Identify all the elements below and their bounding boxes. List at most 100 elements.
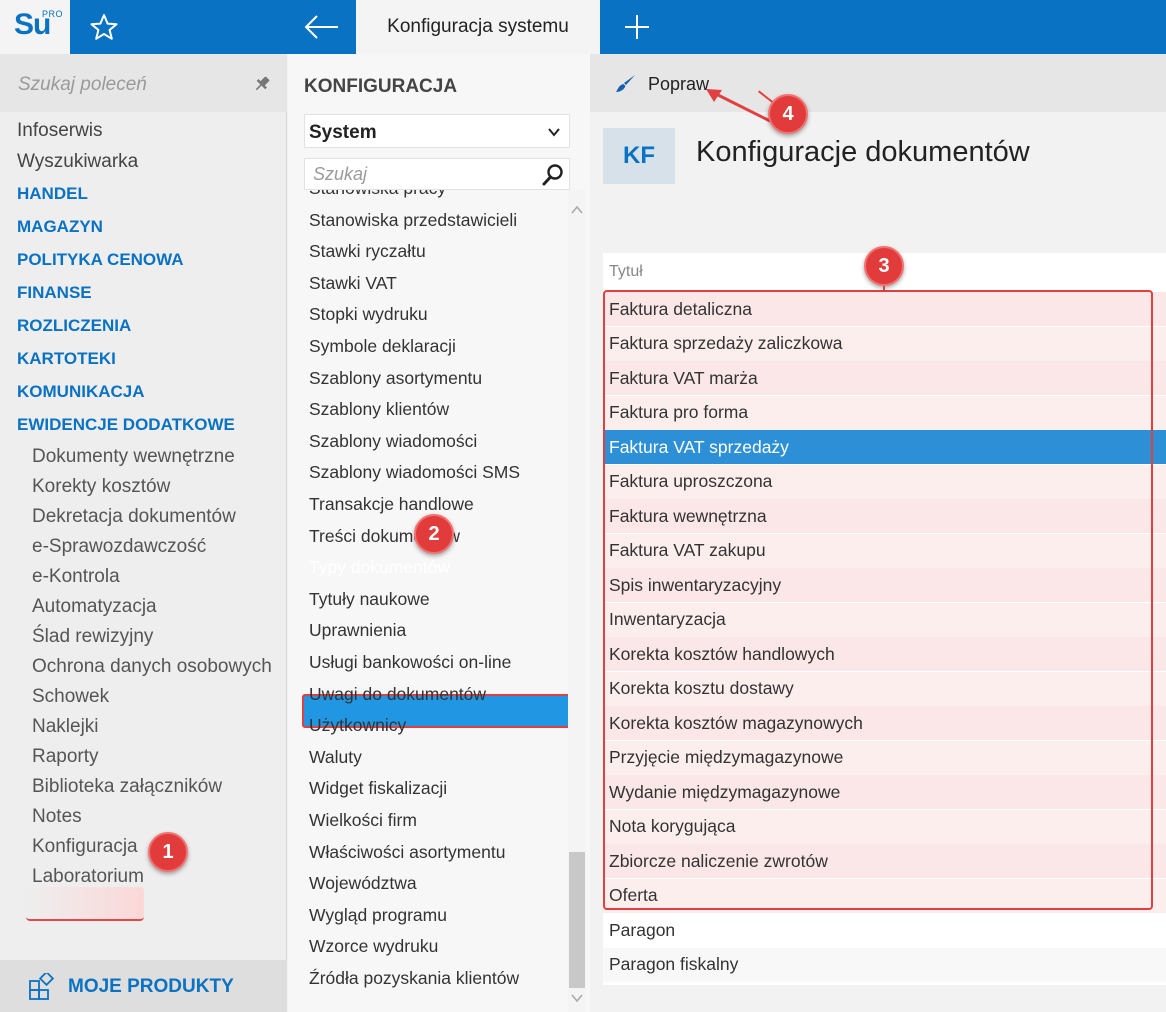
sidebar-item-naklejki[interactable]: Naklejki <box>32 716 99 738</box>
logo-suffix: PRO <box>42 9 64 19</box>
sidebar-item-kartoteki[interactable]: KARTOTEKI <box>17 349 116 369</box>
config-item-9[interactable]: Szablony wiadomości SMS <box>309 462 520 483</box>
sidebar-item-finanse[interactable]: FINANSE <box>17 283 92 303</box>
tab-konfiguracja-systemu[interactable]: Konfiguracja systemu <box>356 0 600 54</box>
column-header-tytul[interactable]: Tytuł <box>609 263 643 281</box>
table-row[interactable]: Zbiorcze naliczenie zwrotów <box>603 844 1166 878</box>
konfiguracja-highlight <box>26 887 144 921</box>
sidebar-item-komunikacja[interactable]: KOMUNIKACJA <box>17 382 145 402</box>
back-arrow-icon[interactable] <box>300 10 342 44</box>
sidebar-item-e-sprawozdawczo-[interactable]: e-Sprawozdawczość <box>32 536 206 558</box>
chevron-down-icon <box>548 128 560 137</box>
pin-icon[interactable] <box>252 74 272 94</box>
scroll-up-icon[interactable] <box>570 204 584 216</box>
sidebar-item-polityka-cenowa[interactable]: POLITYKA CENOWA <box>17 250 184 270</box>
config-item-13[interactable]: Tytuły naukowe <box>309 589 430 610</box>
table-row[interactable]: Wydanie międzymagazynowe <box>603 775 1166 809</box>
config-item-17[interactable]: Użytkownicy <box>309 715 406 736</box>
table-row[interactable]: Przyjęcie międzymagazynowe <box>603 740 1166 775</box>
table-row[interactable]: Faktura detaliczna <box>603 292 1166 326</box>
config-list: Stanowiska pracy Stanowiska przedstawicie… <box>288 190 568 1012</box>
config-item-4[interactable]: Stopki wydruku <box>309 304 428 325</box>
config-item-0[interactable]: Stanowiska pracy <box>309 190 446 199</box>
callout-badge-3: 3 <box>864 246 904 286</box>
search-icon[interactable] <box>541 163 565 187</box>
table-row[interactable]: Paragon <box>603 913 1166 947</box>
products-grid-icon <box>29 973 55 1000</box>
command-search[interactable]: Szukaj poleceń <box>0 54 287 112</box>
sidebar-item-dekretacja-dokument-w[interactable]: Dekretacja dokumentów <box>32 506 236 528</box>
config-item-15[interactable]: Usługi bankowości on-line <box>309 652 511 673</box>
callout-badge-4: 4 <box>768 94 808 134</box>
new-tab-plus-icon[interactable] <box>620 10 654 44</box>
sidebar-item-dokumenty-wewn-trzne[interactable]: Dokumenty wewnętrzne <box>32 446 235 468</box>
config-item-8[interactable]: Szablony wiadomości <box>309 431 477 452</box>
main-content: Popraw KF Konfiguracje dokumentów Tytuł … <box>590 54 1166 1012</box>
table-row[interactable]: Oferta <box>603 878 1166 913</box>
sidebar-item-biblioteka-za-cznik-w[interactable]: Biblioteka załączników <box>32 776 222 798</box>
table-row[interactable]: Korekta kosztów handlowych <box>603 637 1166 671</box>
config-item-5[interactable]: Symbole deklaracji <box>309 336 456 357</box>
sidebar-item--lad-rewizyjny[interactable]: Ślad rewizyjny <box>32 626 153 648</box>
category-select[interactable]: System <box>304 114 570 148</box>
table-row[interactable]: Korekta kosztów magazynowych <box>603 706 1166 740</box>
sidebar-item-konfiguracja[interactable]: Konfiguracja <box>32 836 138 858</box>
brush-icon[interactable] <box>614 72 638 96</box>
sidebar-item-laboratorium[interactable]: Laboratorium <box>32 866 144 888</box>
sidebar-item-korekty-koszt-w[interactable]: Korekty kosztów <box>32 476 170 498</box>
moje-produkty-button[interactable]: MOJE PRODUKTY <box>0 960 287 1012</box>
command-search-placeholder: Szukaj poleceń <box>18 74 147 95</box>
config-search-input[interactable] <box>305 159 535 189</box>
config-item-16[interactable]: Uwagi do dokumentów <box>309 684 486 705</box>
callout-badge-2: 2 <box>414 514 454 554</box>
sidebar-item-schowek[interactable]: Schowek <box>32 686 109 708</box>
table-row[interactable]: Inwentaryzacja <box>603 602 1166 637</box>
config-scroll-thumb[interactable] <box>569 852 585 988</box>
config-item-2[interactable]: Stawki ryczałtu <box>309 241 426 262</box>
config-item-14[interactable]: Uprawnienia <box>309 620 406 641</box>
table-row[interactable]: Faktura uproszczona <box>603 464 1166 499</box>
sidebar-item-magazyn[interactable]: MAGAZYN <box>17 217 103 237</box>
table-row[interactable]: Faktura VAT marża <box>603 361 1166 395</box>
sidebar-item-handel[interactable]: HANDEL <box>17 184 88 204</box>
config-item-3[interactable]: Stawki VAT <box>309 273 397 294</box>
table-row[interactable]: Paragon fiskalny <box>603 947 1166 982</box>
sidebar-item-notes[interactable]: Notes <box>32 806 82 828</box>
table-row[interactable]: Nota korygująca <box>603 809 1166 844</box>
moje-produkty-label: MOJE PRODUKTY <box>68 976 234 997</box>
config-item-23[interactable]: Wygląd programu <box>309 905 447 926</box>
table-row[interactable]: Faktura VAT zakupu <box>603 533 1166 568</box>
table-row[interactable]: Faktura sprzedaży zaliczkowa <box>603 326 1166 361</box>
config-item-18[interactable]: Waluty <box>309 747 362 768</box>
config-item-19[interactable]: Widget fiskalizacji <box>309 778 447 799</box>
documents-table: Tytuł Faktura detaliczna Faktura sprzedaż… <box>603 253 1166 985</box>
config-item-12[interactable]: Typy dokumentów <box>309 557 450 578</box>
config-item-24[interactable]: Wzorce wydruku <box>309 936 438 957</box>
table-row[interactable]: Korekta kosztu dostawy <box>603 671 1166 706</box>
callout-3-line <box>883 286 885 292</box>
config-item-25[interactable]: Źródła pozyskania klientów <box>309 968 519 989</box>
config-item-20[interactable]: Wielkości firm <box>309 810 417 831</box>
table-row[interactable]: Faktura wewnętrzna <box>603 499 1166 533</box>
star-icon[interactable] <box>88 12 120 42</box>
sidebar-item-automatyzacja[interactable]: Automatyzacja <box>32 596 157 618</box>
sidebar-item-raporty[interactable]: Raporty <box>32 746 99 768</box>
config-item-21[interactable]: Właściwości asortymentu <box>309 842 505 863</box>
sidebar-item-ewidencje-dodatkowe[interactable]: EWIDENCJE DODATKOWE <box>17 415 235 435</box>
app-logo[interactable]: Su PRO <box>0 0 70 54</box>
config-item-22[interactable]: Województwa <box>309 873 417 894</box>
table-row[interactable]: Spis inwentaryzacyjny <box>603 568 1166 602</box>
config-item-10[interactable]: Transakcje handlowe <box>309 494 474 515</box>
table-row[interactable]: Faktura pro forma <box>603 395 1166 430</box>
sidebar-item-rozliczenia[interactable]: ROZLICZENIA <box>17 316 131 336</box>
config-item-7[interactable]: Szablony klientów <box>309 399 449 420</box>
scroll-down-icon[interactable] <box>570 992 584 1004</box>
config-item-1[interactable]: Stanowiska przedstawicieli <box>309 210 517 231</box>
sidebar-item-ochrona-danych-osobowych[interactable]: Ochrona danych osobowych <box>32 656 272 678</box>
sidebar-item-wyszukiwarka[interactable]: Wyszukiwarka <box>17 151 138 173</box>
table-row[interactable]: Faktura VAT sprzedaży <box>603 430 1166 464</box>
sidebar-item-infoserwis[interactable]: Infoserwis <box>17 120 103 142</box>
callout-badge-1: 1 <box>148 832 188 872</box>
config-item-6[interactable]: Szablony asortymentu <box>309 368 482 389</box>
sidebar-item-e-kontrola[interactable]: e-Kontrola <box>32 566 120 588</box>
